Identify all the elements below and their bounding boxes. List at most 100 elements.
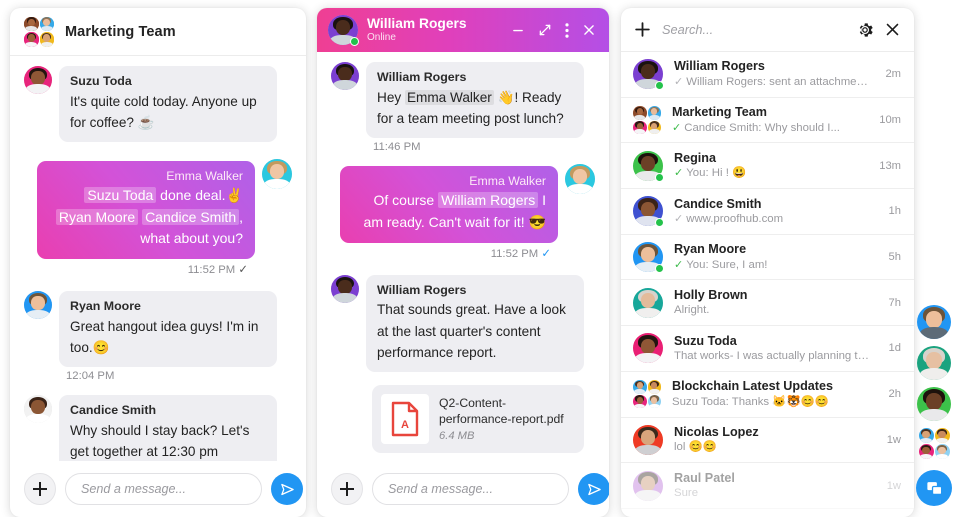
pdf-file-icon: A — [381, 394, 429, 445]
conversation-item[interactable]: Marketing Team ✓ Candice Smith: Why shoul… — [621, 98, 914, 144]
message-sender: Suzu Toda — [70, 74, 132, 88]
message-bubble: Emma Walker Of course William Rogers I a… — [340, 166, 558, 243]
direct-message-list: William Rogers Hey Emma Walker 👋! Ready … — [317, 52, 609, 461]
message-input[interactable] — [372, 473, 569, 505]
conversation-preview: ✓ William Rogers: sent an attachment. — [674, 75, 868, 90]
mention-chip: Suzu Toda — [84, 187, 157, 204]
conversation-timestamp: 7h — [888, 296, 901, 309]
rail-avatar-group[interactable] — [918, 428, 950, 459]
conversation-item[interactable]: Suzu Toda That works- I was actually pla… — [621, 326, 914, 372]
message-sender: Ryan Moore — [70, 299, 141, 314]
avatar-with-status — [633, 59, 664, 91]
mention-chip: William Rogers — [438, 192, 539, 209]
conversation-list-window: William Rogers ✓William Rogers: sent an … — [621, 8, 914, 517]
message-row: Emma Walker Of course William Rogers I a… — [331, 164, 595, 243]
message-text: Hey Emma Walker 👋! Ready for a team meet… — [377, 89, 564, 126]
conversation-item[interactable]: Holly Brown Alright. 7h — [621, 280, 914, 327]
message-timestamp: 11:52 PM ✓ — [24, 262, 248, 276]
attach-button[interactable] — [24, 473, 56, 505]
conversation-item[interactable]: Nicolas Lopez lol 😊😊 1w — [621, 418, 914, 464]
avatar — [633, 333, 663, 364]
avatar — [331, 274, 359, 303]
avatar — [331, 62, 359, 90]
send-icon — [587, 483, 601, 495]
conversation-text: Raul Patel Sure — [674, 470, 870, 502]
conversation-item[interactable]: William Rogers ✓ William Rogers: sent an … — [621, 52, 914, 98]
mention-chip: Emma Walker — [404, 89, 494, 105]
conversation-preview: That works- I was actually planning to g… — [674, 349, 872, 362]
conversation-text: William Rogers ✓ William Rogers: sent an … — [674, 58, 868, 90]
avatar-with-status — [633, 242, 664, 274]
open-chat-button[interactable] — [916, 470, 952, 506]
minimize-icon[interactable] — [511, 23, 525, 37]
group-chat-title: Marketing Team — [65, 23, 176, 40]
conversation-timestamp: 13m — [879, 159, 901, 172]
conversation-timestamp: 1w — [886, 433, 901, 446]
message-bubble: Candice Smith Why should I stay back? Le… — [59, 395, 277, 461]
conversation-item[interactable]: Blockchain Latest Updates Suzu Toda: Tha… — [621, 372, 914, 418]
conversation-name: Nicolas Lopez — [674, 424, 759, 439]
conversation-item[interactable]: Candice Smith ✓ www.proofhub.com 1h — [621, 189, 914, 235]
conversation-text: Nicolas Lopez lol 😊😊 — [674, 424, 870, 456]
conversation-timestamp: 2h — [888, 388, 901, 401]
conversation-preview: ✓ You: Sure, I am! — [674, 258, 872, 273]
direct-composer — [317, 461, 609, 517]
mention-chip: Candice Smith — [142, 208, 240, 225]
conversation-timestamp: 10m — [879, 114, 901, 127]
rail-avatar-3[interactable] — [917, 387, 951, 421]
check-icon: ✓ — [674, 258, 684, 271]
message-row: Ryan Moore Great hangout idea guys! I'm … — [24, 291, 292, 368]
new-conversation-button[interactable] — [633, 20, 652, 39]
conversation-item[interactable]: Regina ✓ You: Hi ! 😃 13m — [621, 143, 914, 190]
more-vertical-icon[interactable] — [565, 22, 569, 38]
attachment-name: Q2-Content-performance-report.pdf — [439, 396, 564, 426]
attachment-size: 6.4 MB — [439, 430, 475, 443]
conversation-preview: lol 😊😊 — [674, 441, 717, 454]
avatar — [24, 66, 52, 94]
message-bubble: Emma Walker Suzu Toda done deal.✌️ Ryan … — [37, 161, 255, 260]
plus-icon — [33, 482, 47, 496]
message-row: William Rogers That sounds great. Have a… — [331, 274, 595, 373]
rail-avatar-1[interactable] — [917, 305, 951, 339]
close-panel-button[interactable] — [884, 21, 901, 38]
avatar — [565, 164, 595, 195]
plus-icon — [340, 482, 354, 496]
message-input[interactable] — [65, 473, 262, 505]
close-icon — [886, 23, 899, 36]
conversation-item[interactable]: Ryan Moore ✓ You: Sure, I am! 5h — [621, 235, 914, 281]
contact-rail — [912, 305, 956, 506]
message-row: Suzu Toda It's quite cold today. Anyone … — [24, 66, 292, 143]
send-button[interactable] — [578, 473, 609, 505]
attach-button[interactable] — [331, 473, 363, 505]
message-timestamp: 11:46 PM — [373, 141, 421, 154]
avatar — [633, 470, 663, 501]
settings-button[interactable] — [856, 21, 874, 39]
conversation-timestamp: 1d — [888, 342, 901, 355]
rail-avatar-2[interactable] — [917, 346, 951, 380]
avatar — [24, 395, 52, 424]
message-text: Of course William Rogers I am ready. Can… — [364, 192, 546, 230]
close-icon[interactable] — [582, 23, 596, 37]
read-receipt-icon: ✓ — [238, 264, 248, 277]
check-icon: ✓ — [674, 212, 684, 225]
send-button[interactable] — [271, 473, 303, 505]
conversation-timestamp: 1w — [886, 479, 901, 492]
message-text: That sounds great. Have a look at the la… — [377, 302, 566, 360]
avatar-with-status — [328, 15, 359, 46]
conversation-name: William Rogers — [674, 59, 765, 74]
send-icon — [280, 483, 294, 495]
search-input[interactable] — [662, 22, 846, 37]
direct-chat-header: William Rogers Online — [317, 8, 609, 52]
conversation-item[interactable]: Raul Patel Sure 1w — [621, 463, 914, 509]
preview-text: You: Hi ! 😃 — [686, 167, 747, 180]
chat-app-screen: Marketing Team Suzu Toda It's quite cold… — [0, 0, 962, 517]
avatar — [262, 159, 292, 190]
conversation-name: Regina — [674, 150, 716, 165]
mention-chip: Ryan Moore — [55, 208, 139, 225]
expand-icon[interactable] — [538, 23, 552, 37]
conversation-name: Blockchain Latest Updates — [672, 379, 833, 394]
conversation-preview: Suzu Toda: Thanks 🐱🐯😊😊 — [672, 395, 829, 408]
window-controls — [511, 22, 599, 38]
group-chat-header: Marketing Team — [10, 8, 306, 56]
attachment-card[interactable]: A Q2-Content-performance-report.pdf 6.4 … — [372, 385, 584, 454]
